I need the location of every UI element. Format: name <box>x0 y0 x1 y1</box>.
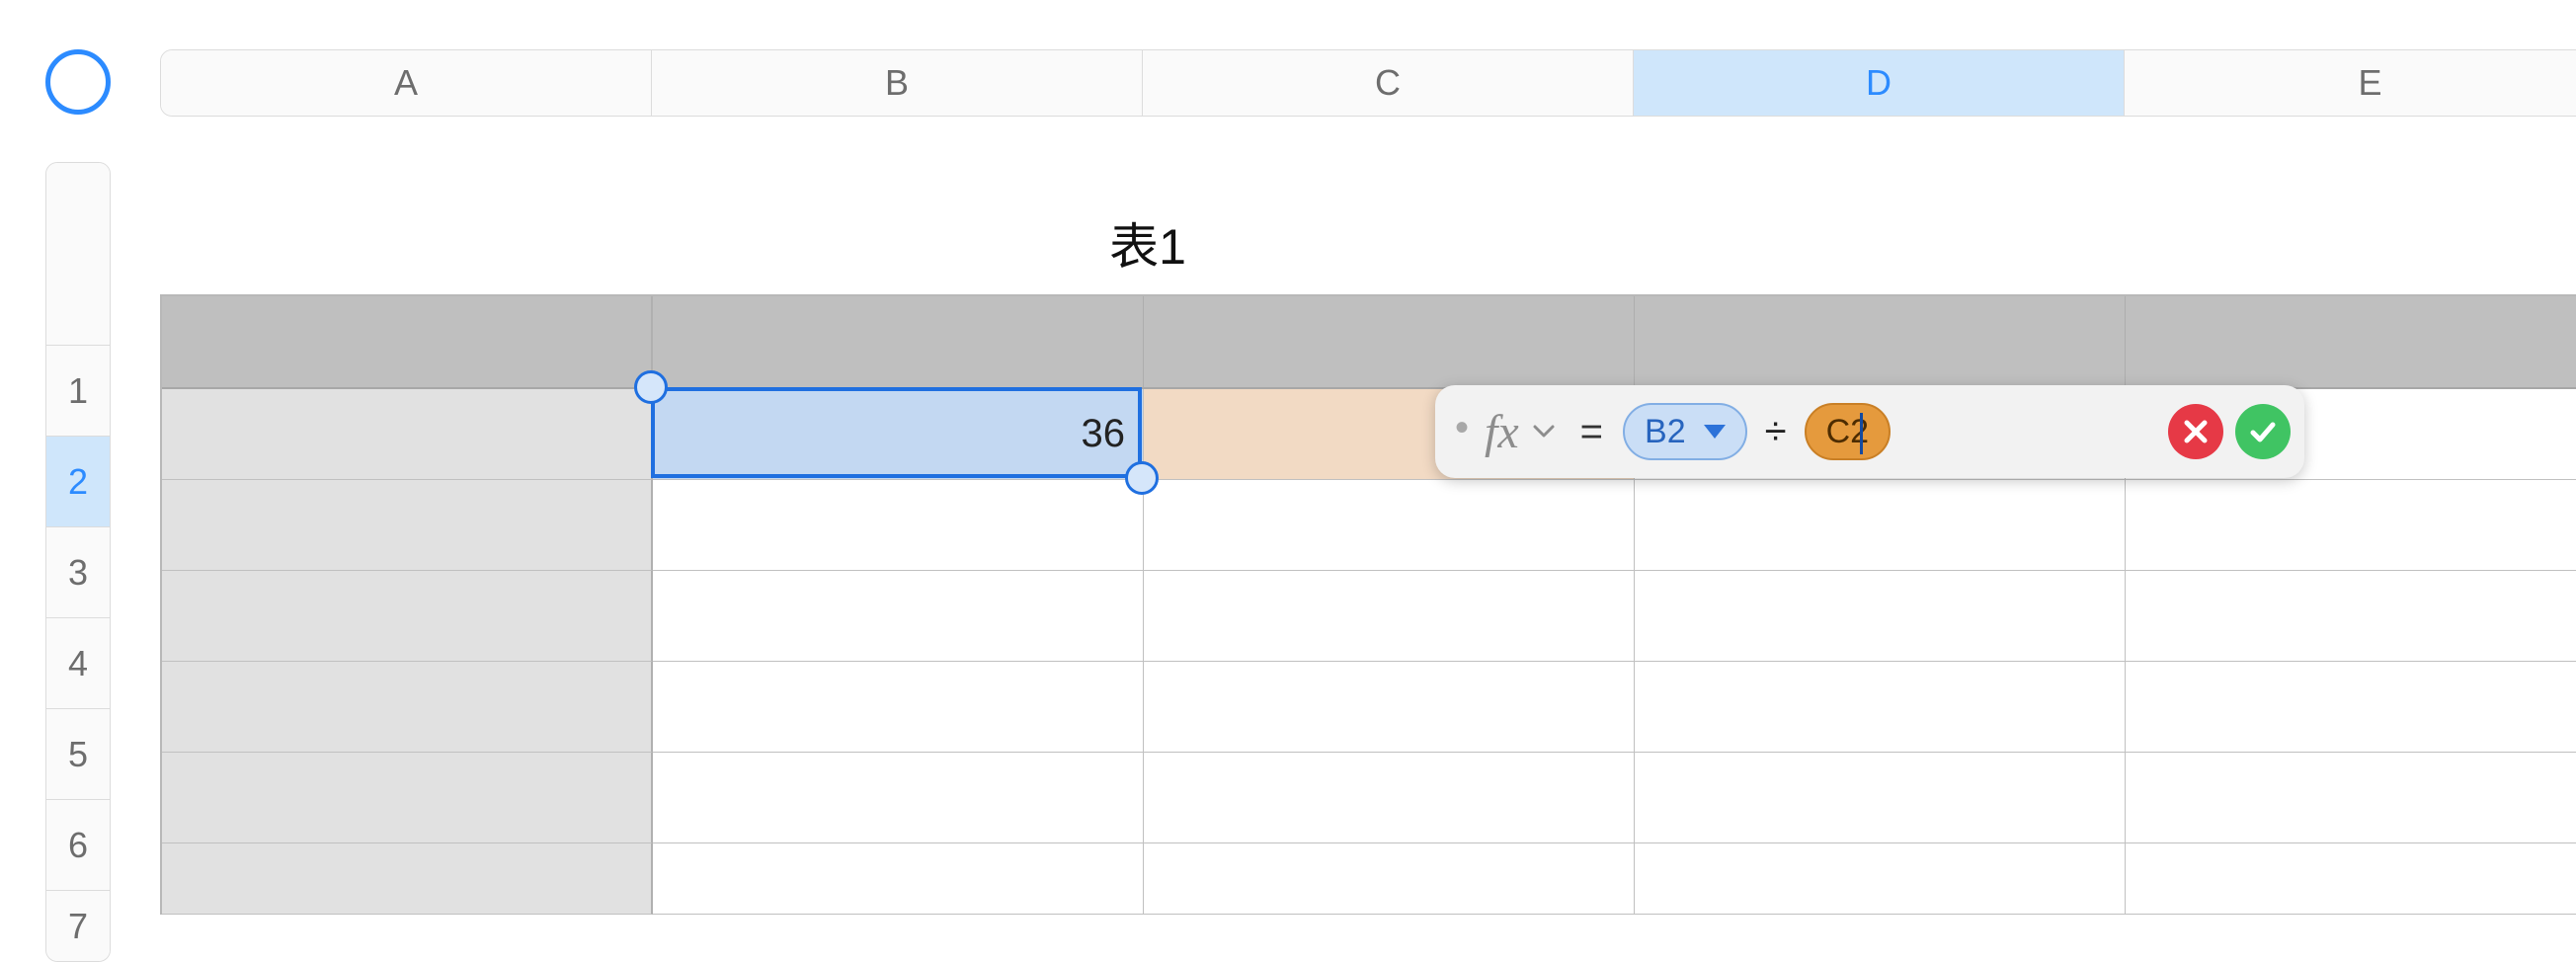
cell-C1[interactable] <box>1144 296 1635 389</box>
row-header-4[interactable]: 4 <box>46 617 110 708</box>
cell-e5[interactable] <box>2126 662 2576 753</box>
cell-e7[interactable] <box>2126 843 2576 915</box>
cell-b4[interactable] <box>653 571 1144 662</box>
cell-c4[interactable] <box>1144 571 1635 662</box>
cancel-button[interactable] <box>2168 404 2223 459</box>
formula-token-b2-text: B2 <box>1645 413 1686 451</box>
cell-b2[interactable]: 36 <box>653 389 1144 480</box>
cell-e6[interactable] <box>2126 753 2576 843</box>
cell-d4[interactable] <box>1635 571 2126 662</box>
row-header-7[interactable]: 7 <box>46 890 110 961</box>
formula-operator-divide: ÷ <box>1759 410 1793 454</box>
cell-e4[interactable] <box>2126 571 2576 662</box>
select-all-button[interactable] <box>45 49 111 115</box>
formula-token-c2[interactable]: C2 <box>1805 403 1891 460</box>
column-header-e[interactable]: E <box>2125 50 2576 116</box>
selection-handle-top-left[interactable] <box>634 370 668 404</box>
formula-text-cursor <box>1860 413 1863 454</box>
cell-b6[interactable] <box>653 753 1144 843</box>
column-header-b[interactable]: B <box>652 50 1143 116</box>
cell-a7[interactable] <box>162 843 653 915</box>
confirm-button[interactable] <box>2235 404 2291 459</box>
row-header-spacer <box>46 163 110 345</box>
column-header-d[interactable]: D <box>1634 50 2125 116</box>
cell-d6[interactable] <box>1635 753 2126 843</box>
fx-label[interactable]: fx <box>1485 405 1521 459</box>
cell-E1[interactable] <box>2126 296 2576 389</box>
row-headers: 1234567 <box>45 162 111 962</box>
fx-chevron-down-icon[interactable] <box>1533 424 1555 440</box>
cell-c3[interactable] <box>1144 480 1635 571</box>
cell-e3[interactable] <box>2126 480 2576 571</box>
cell-b5[interactable] <box>653 662 1144 753</box>
row-header-6[interactable]: 6 <box>46 799 110 890</box>
cell-A1[interactable] <box>162 296 653 389</box>
table-title[interactable]: 表1 <box>160 207 2135 279</box>
cell-a5[interactable] <box>162 662 653 753</box>
cell-a2[interactable] <box>162 389 653 480</box>
cell-d5[interactable] <box>1635 662 2126 753</box>
cell-a4[interactable] <box>162 571 653 662</box>
cell-b7[interactable] <box>653 843 1144 915</box>
formula-equals: = <box>1567 410 1611 454</box>
formula-bullet-icon: • <box>1449 406 1473 458</box>
formula-token-b2[interactable]: B2 <box>1623 403 1747 460</box>
selection-handle-bottom-right[interactable] <box>1125 461 1159 495</box>
cell-c5[interactable] <box>1144 662 1635 753</box>
column-header-c[interactable]: C <box>1143 50 1634 116</box>
row-header-2[interactable]: 2 <box>46 436 110 526</box>
cell-b3[interactable] <box>653 480 1144 571</box>
cell-B1[interactable] <box>653 296 1144 389</box>
row-header-5[interactable]: 5 <box>46 708 110 799</box>
row-header-3[interactable]: 3 <box>46 526 110 617</box>
cell-D1[interactable] <box>1635 296 2126 389</box>
cell-a3[interactable] <box>162 480 653 571</box>
cell-d7[interactable] <box>1635 843 2126 915</box>
formula-token-dropdown-icon[interactable] <box>1704 425 1726 439</box>
formula-editor[interactable]: • fx = B2 ÷ C2 <box>1435 385 2304 478</box>
cell-c6[interactable] <box>1144 753 1635 843</box>
column-header-a[interactable]: A <box>161 50 652 116</box>
cell-a6[interactable] <box>162 753 653 843</box>
cell-d3[interactable] <box>1635 480 2126 571</box>
cell-c7[interactable] <box>1144 843 1635 915</box>
row-header-1[interactable]: 1 <box>46 345 110 436</box>
column-headers: ABCDE <box>160 49 2576 117</box>
